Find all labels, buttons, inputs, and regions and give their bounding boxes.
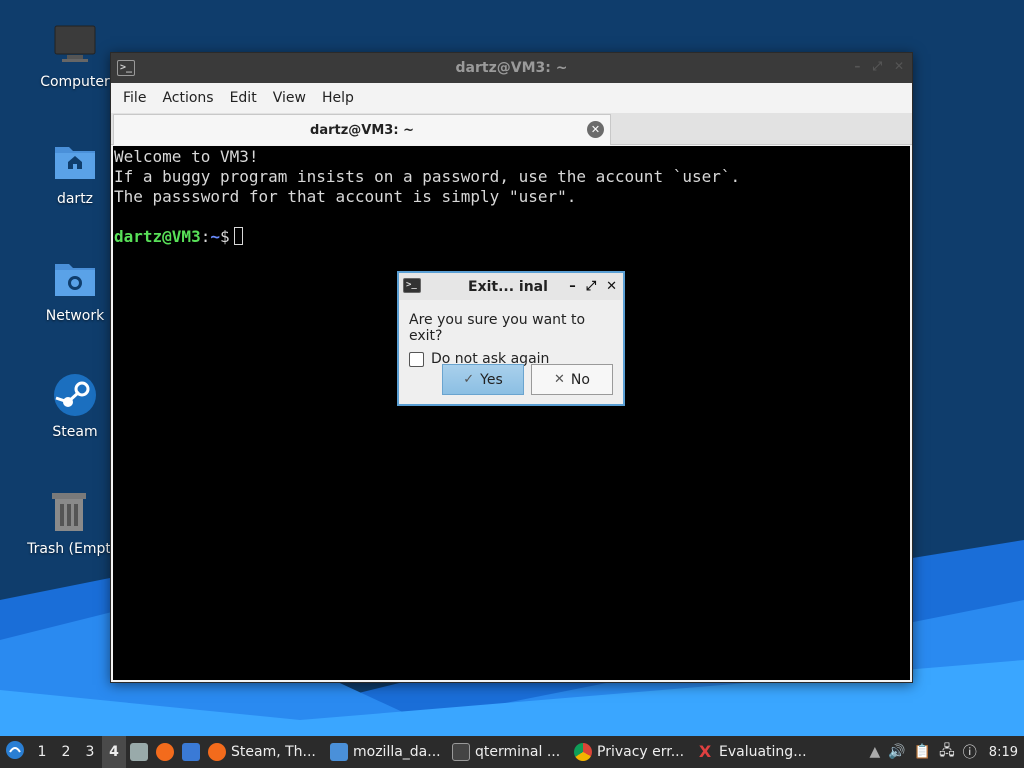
- desktop-icon-trash[interactable]: Trash (Empt: [19, 489, 119, 557]
- dialog-titlebar[interactable]: >_ Exit... inal – ⤢ ✕: [399, 273, 623, 300]
- trash-icon: [46, 489, 92, 535]
- firefox-icon: [156, 743, 174, 761]
- tab-close-icon[interactable]: ✕: [587, 121, 604, 138]
- start-menu-icon: [5, 740, 25, 764]
- close-icon[interactable]: ✕: [606, 279, 617, 294]
- file-manager-icon: [130, 743, 148, 761]
- task-qterminal[interactable]: qterminal ...: [448, 736, 570, 768]
- workspace-2[interactable]: 2: [54, 736, 78, 768]
- start-menu-button[interactable]: [0, 736, 30, 768]
- terminal-line: Welcome to VM3!: [114, 147, 259, 166]
- scroll-up-icon[interactable]: ▲: [870, 744, 881, 760]
- task-evaluating[interactable]: X Evaluating...: [692, 736, 814, 768]
- x-app-icon: X: [698, 742, 712, 761]
- menu-actions[interactable]: Actions: [154, 90, 221, 106]
- volume-icon[interactable]: 🔊: [888, 744, 905, 760]
- menu-help[interactable]: Help: [314, 90, 362, 106]
- network-icon[interactable]: 🖧: [939, 740, 955, 764]
- exit-dialog: >_ Exit... inal – ⤢ ✕ Are you sure you w…: [397, 271, 625, 406]
- terminal-line: If a buggy program insists on a password…: [114, 167, 741, 186]
- taskbar: 1 2 3 4 Steam, Th... mozilla_da... qterm…: [0, 736, 1024, 768]
- close-icon: ✕: [554, 372, 565, 387]
- task-privacy[interactable]: Privacy err...: [570, 736, 692, 768]
- maximize-icon[interactable]: ⤢: [586, 279, 596, 294]
- task-label: mozilla_da...: [353, 744, 441, 760]
- workspace-4[interactable]: 4: [102, 736, 126, 768]
- no-button[interactable]: ✕ No: [531, 364, 613, 395]
- prompt-path: ~: [210, 227, 220, 246]
- desktop-icon-label: Computer: [40, 74, 110, 90]
- quicklaunch-files[interactable]: [126, 736, 152, 768]
- menu-edit[interactable]: Edit: [222, 90, 265, 106]
- tab-terminal[interactable]: dartz@VM3: ~ ✕: [113, 114, 611, 145]
- dialog-title: Exit... inal: [468, 278, 548, 295]
- do-not-ask-checkbox[interactable]: [409, 351, 424, 367]
- firefox-icon: [208, 743, 226, 761]
- close-icon[interactable]: ✕: [894, 59, 904, 74]
- desktop-icon-label: Trash (Empt: [27, 541, 111, 557]
- yes-label: Yes: [480, 371, 503, 388]
- quicklaunch-desktop[interactable]: [178, 736, 204, 768]
- terminal-icon: >_: [117, 60, 135, 76]
- workspace-3[interactable]: 3: [78, 736, 102, 768]
- prompt-user: dartz@VM3: [114, 227, 201, 246]
- dialog-message: Are you sure you want to exit?: [409, 312, 586, 344]
- prompt-sep: :: [200, 227, 211, 246]
- system-tray: ▲ 🔊 📋 🖧 ⓘ 8:19: [870, 740, 1024, 764]
- desktop-icon-label: dartz: [56, 191, 94, 207]
- prompt-symbol: $: [219, 227, 230, 246]
- no-label: No: [570, 371, 590, 388]
- menu-view[interactable]: View: [265, 90, 314, 106]
- window-titlebar[interactable]: >_ dartz@VM3: ~ – ⤢ ✕: [111, 53, 912, 83]
- terminal-output[interactable]: Welcome to VM3! If a buggy program insist…: [113, 146, 910, 680]
- chrome-icon: [574, 743, 592, 761]
- terminal-prompt: dartz@VM3:~$: [114, 227, 910, 247]
- network-folder-icon: [52, 256, 98, 302]
- terminal-icon: [452, 743, 470, 761]
- task-label: Evaluating...: [719, 744, 807, 760]
- check-icon: ✓: [463, 372, 475, 387]
- steam-icon: [52, 372, 98, 418]
- terminal-line: The passsword for that account is simply…: [114, 187, 577, 206]
- minimize-icon[interactable]: –: [854, 59, 860, 74]
- yes-button[interactable]: ✓ Yes: [442, 364, 524, 395]
- clock[interactable]: 8:19: [989, 745, 1018, 760]
- clipboard-icon[interactable]: 📋: [914, 744, 931, 760]
- desktop-icon-label: Steam: [52, 424, 98, 440]
- desktop-icon-label: Network: [45, 308, 105, 324]
- menu-file[interactable]: File: [115, 90, 154, 106]
- task-mozilla[interactable]: mozilla_da...: [326, 736, 448, 768]
- home-folder-icon: [52, 139, 98, 185]
- notification-icon[interactable]: ⓘ: [963, 742, 977, 762]
- window-title: dartz@VM3: ~: [455, 60, 568, 76]
- text-cursor: [233, 227, 243, 245]
- show-desktop-icon: [182, 743, 200, 761]
- quicklaunch-firefox[interactable]: [152, 736, 178, 768]
- minimize-icon[interactable]: –: [569, 279, 576, 294]
- workspace-1[interactable]: 1: [30, 736, 54, 768]
- task-label: qterminal ...: [475, 744, 561, 760]
- tab-label: dartz@VM3: ~: [310, 122, 414, 138]
- tab-bar: dartz@VM3: ~ ✕: [111, 113, 912, 145]
- menu-bar: File Actions Edit View Help: [111, 83, 912, 113]
- folder-icon: [330, 743, 348, 761]
- maximize-icon[interactable]: ⤢: [872, 59, 882, 74]
- computer-icon: [52, 22, 98, 68]
- terminal-icon: >_: [403, 278, 421, 293]
- task-steam[interactable]: Steam, Th...: [204, 736, 326, 768]
- task-label: Privacy err...: [597, 744, 685, 760]
- task-label: Steam, Th...: [231, 744, 316, 760]
